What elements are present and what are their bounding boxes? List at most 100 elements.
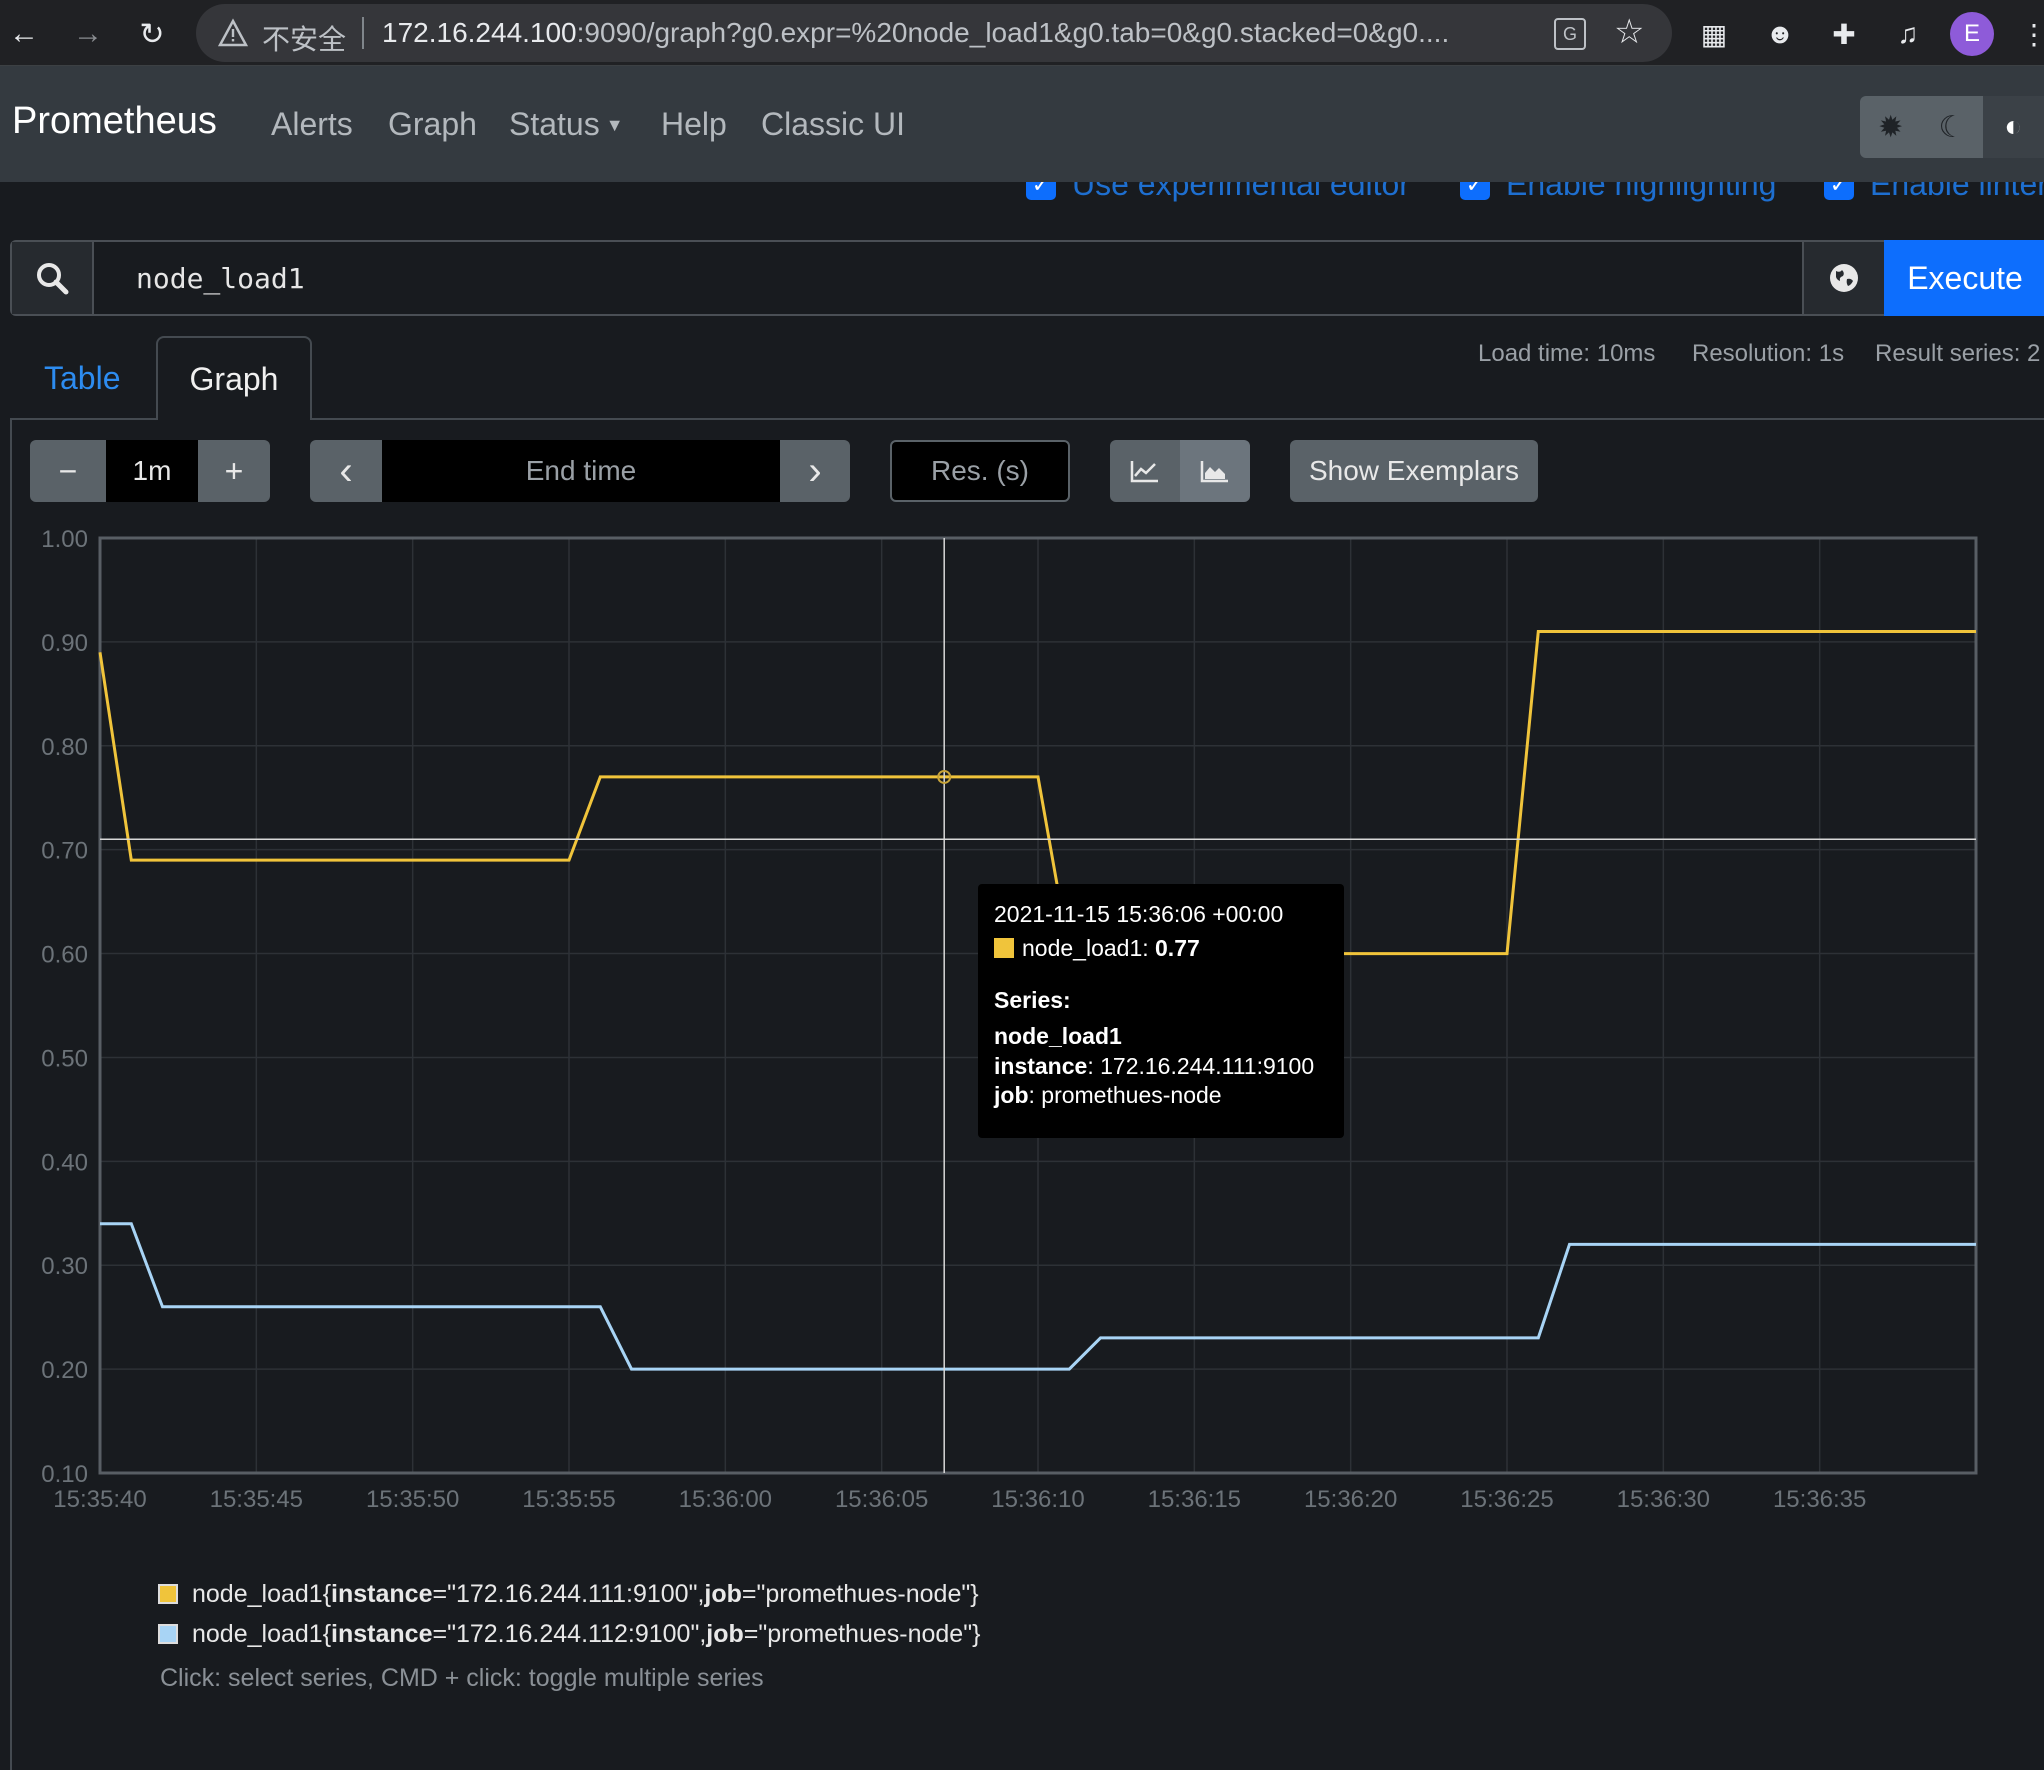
- tooltip-series-label: Series:: [994, 986, 1071, 1013]
- x-tick-label: 15:36:20: [1304, 1486, 1397, 1513]
- x-tick-label: 15:36:00: [679, 1486, 772, 1513]
- stacked-chart-icon[interactable]: [1180, 440, 1250, 502]
- area-chart-glyph: [1200, 461, 1228, 483]
- query-bar: node_load1 Execute: [10, 240, 2044, 316]
- tooltip-series-name: node_load1: [994, 1022, 1122, 1049]
- show-exemplars-button[interactable]: Show Exemplars: [1290, 440, 1538, 502]
- browser-toolbar: ← → ↻ 不安全 172.16.244.100:9090/graph?g0.e…: [0, 0, 2044, 66]
- address-bar[interactable]: 不安全 172.16.244.100:9090/graph?g0.expr=%2…: [196, 4, 1672, 62]
- bookmark-star-icon[interactable]: ☆: [1614, 12, 1644, 52]
- tooltip-instance-key: instance: [994, 1052, 1088, 1079]
- y-tick-label: 0.60: [41, 942, 88, 969]
- address-separator: [362, 17, 364, 49]
- y-tick-label: 0.90: [41, 630, 88, 657]
- globe-icon: [1830, 264, 1858, 292]
- caret-down-icon: ▼: [605, 115, 624, 135]
- y-tick-label: 0.80: [41, 734, 88, 761]
- url-host: 172.16.244.100: [382, 17, 577, 48]
- line-chart-glyph: [1130, 461, 1158, 483]
- legend-swatch: [158, 1624, 178, 1644]
- legend-swatch: [158, 1584, 178, 1604]
- x-tick-label: 15:35:40: [53, 1486, 146, 1513]
- y-tick-label: 1.00: [41, 526, 88, 553]
- qr-code-icon[interactable]: ▦: [1694, 14, 1734, 54]
- search-icon: [12, 242, 94, 314]
- range-increase-button[interactable]: +: [198, 440, 270, 502]
- sun-icon[interactable]: ✹: [1860, 96, 1921, 158]
- range-input[interactable]: 1m: [106, 440, 198, 502]
- media-list-icon[interactable]: ♫: [1888, 14, 1928, 54]
- legend-instance-value: ="172.16.244.111:9100",: [432, 1579, 705, 1608]
- nav-status[interactable]: Status ▼: [509, 106, 624, 143]
- x-tick-label: 15:35:50: [366, 1486, 459, 1513]
- reload-icon[interactable]: ↻: [130, 12, 174, 56]
- magnifier-icon: [37, 263, 69, 295]
- tooltip-value: 0.77: [1155, 934, 1200, 961]
- graph-tooltip: 2021-11-15 15:36:06 +00:00 node_load1: 0…: [978, 884, 1344, 1138]
- legend-instance-key: instance: [331, 1619, 433, 1648]
- chart-type-toggle: [1110, 440, 1250, 502]
- range-decrease-button[interactable]: −: [30, 440, 106, 502]
- legend-job-key: job: [706, 1619, 744, 1648]
- time-back-button[interactable]: ‹: [310, 440, 382, 502]
- legend-metric: node_load1{: [192, 1579, 332, 1608]
- legend-job-key: job: [704, 1579, 742, 1608]
- menu-dots-icon[interactable]: ⋮: [2014, 14, 2044, 54]
- time-forward-button[interactable]: ›: [780, 440, 850, 502]
- legend-instance-value: ="172.16.244.112:9100",: [432, 1619, 707, 1648]
- resolution-input[interactable]: Res. (s): [890, 440, 1070, 502]
- graph-legend: node_load1{instance ="172.16.244.111:9100…: [158, 1574, 980, 1654]
- x-tick-label: 15:36:10: [991, 1486, 1084, 1513]
- x-tick-label: 15:36:25: [1460, 1486, 1553, 1513]
- tooltip-timestamp: 2021-11-15 15:36:06 +00:00: [994, 901, 1284, 927]
- tooltip-metric: node_load1: [1022, 934, 1143, 961]
- tooltip-value-row: node_load1: 0.77: [994, 934, 1344, 964]
- execute-button[interactable]: Execute: [1884, 240, 2044, 316]
- brand-title[interactable]: Prometheus: [12, 100, 217, 143]
- tooltip-job-key: job: [994, 1082, 1029, 1109]
- tab-graph[interactable]: Graph: [156, 336, 312, 420]
- tooltip-instance-value: 172.16.244.111:9100: [1100, 1052, 1315, 1079]
- legend-metric: node_load1{: [192, 1619, 332, 1648]
- url-text: 172.16.244.100:9090/graph?g0.expr=%20nod…: [382, 17, 1449, 49]
- end-time-input[interactable]: End time: [382, 440, 780, 502]
- tooltip-swatch: [994, 937, 1014, 958]
- x-tick-label: 15:35:45: [210, 1486, 303, 1513]
- translate-icon[interactable]: G: [1554, 18, 1586, 50]
- legend-item[interactable]: node_load1{instance ="172.16.244.111:9100…: [158, 1574, 980, 1614]
- extension-face-icon[interactable]: ☻: [1760, 14, 1800, 54]
- result-series: Result series: 2: [1875, 340, 2041, 367]
- nav-alerts[interactable]: Alerts: [271, 106, 353, 143]
- y-tick-label: 0.20: [41, 1357, 88, 1384]
- theme-toggle-group: ✹ ☾ ◐: [1860, 96, 2044, 158]
- line-chart-icon[interactable]: [1110, 440, 1180, 502]
- puzzle-icon[interactable]: ✚: [1824, 14, 1864, 54]
- tooltip-job: job: promethues-node: [994, 1082, 1222, 1109]
- tab-table[interactable]: Table: [44, 360, 121, 397]
- moon-icon[interactable]: ☾: [1921, 96, 1982, 158]
- nav-help[interactable]: Help: [661, 106, 727, 143]
- metrics-explorer-globe-icon[interactable]: [1802, 242, 1884, 314]
- legend-hint: Click: select series, CMD + click: toggl…: [160, 1664, 764, 1692]
- forward-arrow-icon[interactable]: →: [66, 12, 110, 56]
- legend-item[interactable]: node_load1{instance ="172.16.244.112:9100…: [158, 1614, 980, 1654]
- expression-input[interactable]: node_load1: [136, 262, 305, 295]
- load-time: Load time: 10ms: [1478, 340, 1656, 367]
- url-path: :9090/graph?g0.expr=%20node_load1&g0.tab…: [576, 17, 1450, 48]
- legend-instance-key: instance: [331, 1579, 433, 1608]
- x-tick-label: 15:36:35: [1773, 1486, 1866, 1513]
- x-tick-label: 15:35:55: [522, 1486, 615, 1513]
- y-tick-label: 0.30: [41, 1253, 88, 1280]
- prometheus-navbar: Prometheus Alerts Graph Status ▼ Help Cla…: [0, 66, 2044, 182]
- back-arrow-icon[interactable]: ←: [2, 12, 46, 56]
- tab-divider: [10, 418, 2044, 420]
- nav-classic-ui[interactable]: Classic UI: [761, 106, 905, 143]
- nav-graph[interactable]: Graph: [388, 106, 477, 143]
- profile-avatar[interactable]: E: [1950, 12, 1994, 56]
- y-tick-label: 0.50: [41, 1045, 88, 1072]
- contrast-icon[interactable]: ◐: [1982, 96, 2044, 158]
- legend-job-value: ="promethues-node"}: [743, 1619, 981, 1648]
- insecure-label: 不安全: [262, 24, 347, 55]
- y-tick-label: 0.40: [41, 1149, 88, 1176]
- end-time-control: ‹ End time ›: [310, 440, 850, 502]
